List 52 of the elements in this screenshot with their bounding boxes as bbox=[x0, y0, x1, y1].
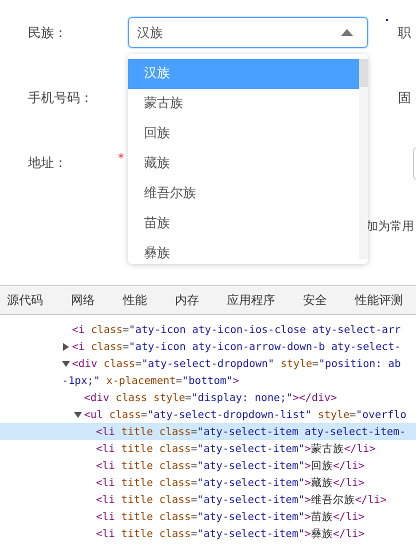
expand-arrow-icon[interactable] bbox=[74, 410, 82, 418]
required-mark: * bbox=[118, 150, 124, 165]
dropdown-option[interactable]: 回族 bbox=[128, 119, 359, 149]
field-label: 手机号码： bbox=[28, 90, 94, 108]
code-line: <ul class="aty-select-dropdown-list" style="overflo bbox=[84, 408, 406, 420]
field-label: 地址： bbox=[28, 155, 68, 173]
dom-tree-row[interactable]: <div class style="display: none;"></div> bbox=[0, 389, 416, 406]
dom-tree-row[interactable]: <li title class="aty-select-item">藏族</li> bbox=[0, 474, 416, 491]
code-line: <li title class="aty-select-item">回族</li> bbox=[96, 458, 365, 472]
field-label: 职 bbox=[398, 25, 411, 43]
dom-tree-row[interactable]: <li title class="aty-select-item">蒙古族</li> bbox=[0, 440, 416, 457]
devtools-tab[interactable]: 内存 bbox=[168, 287, 206, 314]
code-line: -1px;" x-placement="bottom"> bbox=[62, 374, 240, 386]
code-line: <div class style="display: none;"></div> bbox=[84, 392, 337, 404]
dom-tree-row[interactable]: -1px;" x-placement="bottom"> bbox=[0, 372, 416, 389]
select-field[interactable]: 汉族 bbox=[128, 17, 368, 48]
devtools-tab[interactable]: 应用程序 bbox=[220, 287, 282, 314]
dom-tree-row[interactable]: <li title class="aty-select-item">彝族</li> bbox=[0, 525, 416, 542]
dom-tree-row[interactable]: <ul class="aty-select-dropdown-list" style="overflo bbox=[0, 406, 416, 423]
scrollbar[interactable] bbox=[359, 59, 368, 259]
code-line: <i class="aty-icon aty-icon-arrow-down-b aty-select- bbox=[72, 340, 401, 352]
code-line: <li title class="aty-select-item">苗族</li> bbox=[96, 510, 365, 524]
dropdown-option[interactable]: 维吾尔族 bbox=[128, 179, 359, 209]
dom-tree-row[interactable]: <i class="aty-icon aty-icon-ios-close aty-select-arr bbox=[0, 321, 416, 338]
code-line: <i class="aty-icon aty-icon-ios-close aty-select-arr bbox=[72, 324, 401, 336]
devtools-tab[interactable]: 性能评测 bbox=[348, 287, 410, 314]
caret-icon bbox=[341, 29, 353, 36]
dom-tree-row[interactable]: <i class="aty-icon aty-icon-arrow-down-b aty-select- bbox=[0, 338, 416, 355]
field-label: 固 bbox=[398, 90, 411, 108]
dom-tree-row[interactable]: <li title class="aty-select-item">回族</li> bbox=[0, 457, 416, 474]
dropdown-option[interactable]: 藏族 bbox=[128, 149, 359, 179]
devtools-tab[interactable]: 源代码 bbox=[0, 287, 50, 314]
scrollbar-thumb[interactable] bbox=[359, 59, 368, 87]
dropdown-option[interactable]: 彝族 bbox=[128, 239, 359, 264]
devtools-tab[interactable]: 安全 bbox=[296, 287, 334, 314]
code-line: <li title class="aty-select-item">彝族</li> bbox=[96, 526, 365, 540]
dom-tree-row[interactable]: <li title class="aty-select-item">苗族</li> bbox=[0, 508, 416, 525]
code-line: <li title class="aty-select-item">蒙古族</li> bbox=[96, 442, 376, 456]
dom-tree-row[interactable]: <li title class="aty-select-item aty-select-item- bbox=[0, 423, 416, 440]
dropdown-option[interactable]: 蒙古族 bbox=[128, 89, 359, 119]
code-line: <li title class="aty-select-item">藏族</li> bbox=[96, 476, 365, 490]
expand-arrow-icon[interactable] bbox=[62, 342, 70, 350]
dropdown-option[interactable]: 苗族 bbox=[128, 209, 359, 239]
devtools-tab[interactable]: 性能 bbox=[116, 287, 154, 314]
code-line: <li title class="aty-select-item">维吾尔族</li> bbox=[96, 492, 387, 506]
code-line: <div class="aty-select-dropdown" style="position: ab bbox=[72, 358, 401, 370]
dom-tree-row[interactable]: <li title class="aty-select-item">维吾尔族</li> bbox=[0, 491, 416, 508]
dom-tree-row[interactable]: <div class="aty-select-dropdown" style="position: ab bbox=[0, 355, 416, 372]
expand-arrow-icon[interactable] bbox=[62, 360, 70, 368]
code-line: <li title class="aty-select-item aty-select-item- bbox=[96, 426, 406, 438]
field-label: 民族： bbox=[28, 25, 68, 43]
devtools-tab[interactable]: 网络 bbox=[64, 287, 102, 314]
